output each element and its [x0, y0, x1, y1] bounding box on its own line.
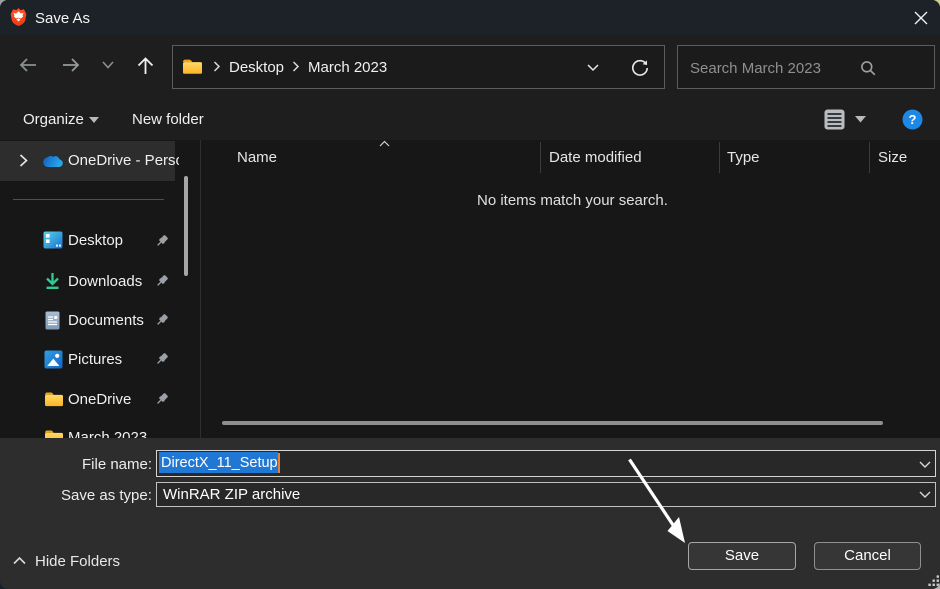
svg-text:?: ?	[909, 112, 917, 127]
